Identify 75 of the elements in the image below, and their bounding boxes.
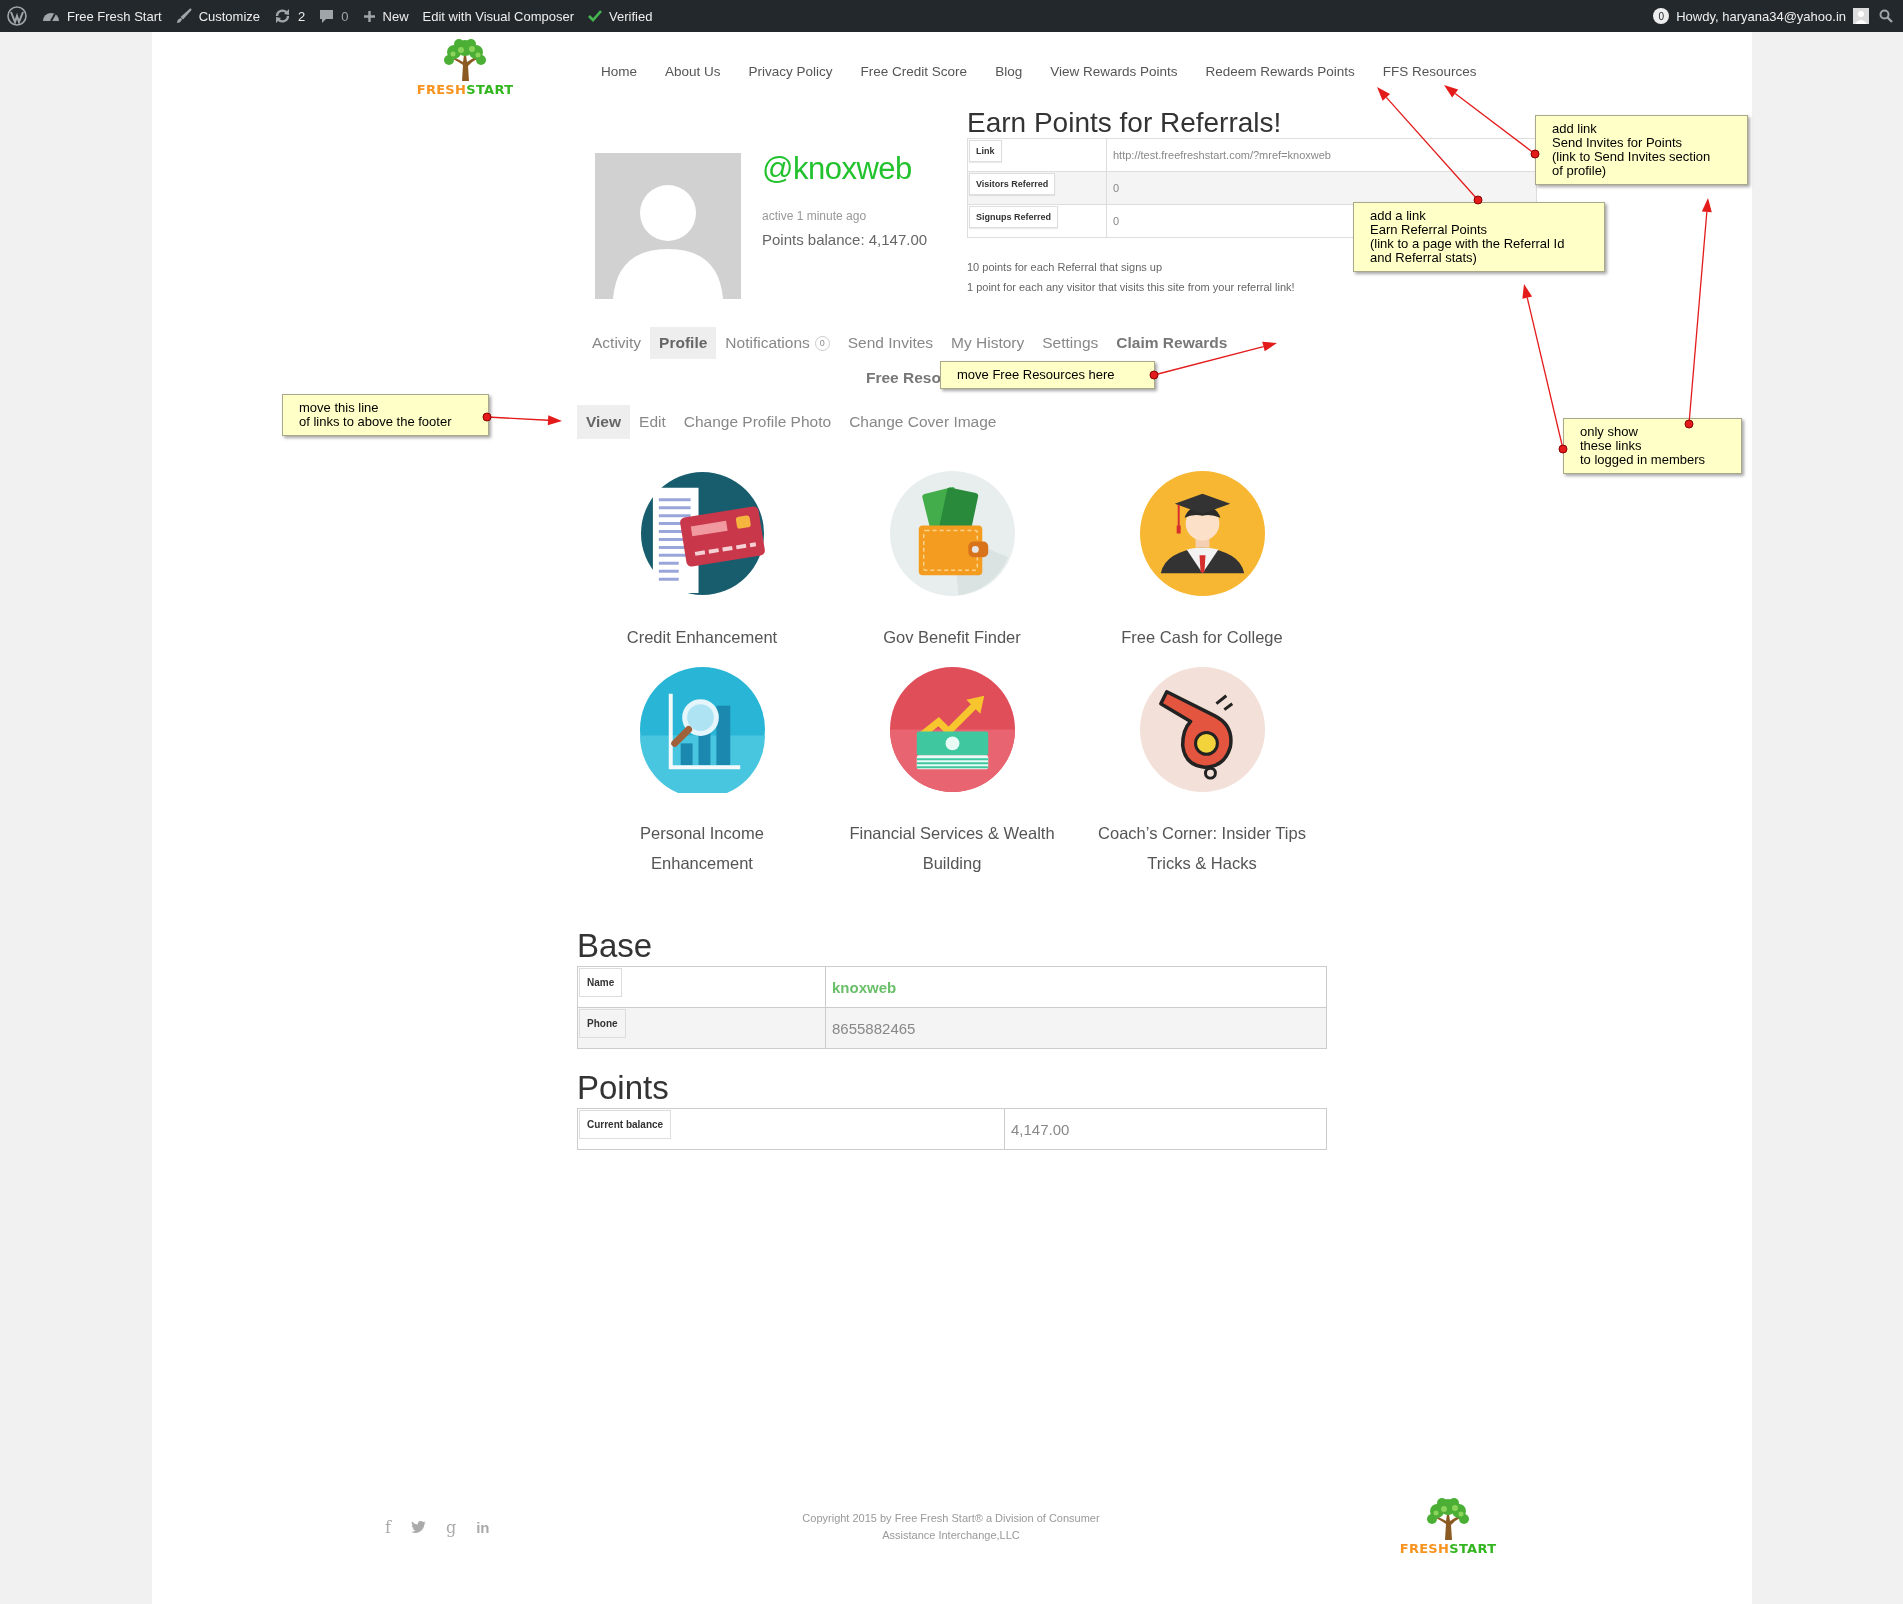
nav-link[interactable]: Redeem Rewards Points: [1205, 64, 1355, 84]
nav-link[interactable]: View Rewards Points: [1050, 64, 1178, 84]
annotation-note: move Free Resources here: [940, 361, 1155, 389]
notification-count[interactable]: 0: [1653, 8, 1670, 24]
refresh-icon: [274, 8, 292, 24]
profile-tab[interactable]: Notifications 0: [716, 327, 839, 359]
field-label: Link: [969, 140, 1002, 162]
account-link[interactable]: Howdy, haryana34@yahoo.in: [1676, 0, 1846, 32]
admin-bar-link[interactable]: 2: [267, 0, 313, 32]
chart-magnifier-icon: [638, 666, 766, 793]
profile-subnav-link[interactable]: Change Cover Image: [840, 405, 1006, 439]
annotation-note: add a link Earn Referral Points (link to a page with the Referral Id and Referral stats): [1353, 202, 1605, 272]
copyright: Copyright 2015 by Free Fresh Start® a Division of Consumer Assistance Interchange,LLC: [801, 1511, 1101, 1543]
whistle-icon: [1138, 666, 1266, 793]
wallet-icon: [888, 470, 1016, 597]
profile-tab[interactable]: Settings: [1033, 327, 1108, 359]
plus-icon: [362, 9, 376, 23]
annotation-note: only show these links to logged in members: [1563, 418, 1742, 474]
credit-card-icon: [638, 470, 766, 597]
admin-bar-link[interactable]: Verified: [581, 0, 660, 32]
field-value: 0: [1113, 215, 1120, 227]
nav-link[interactable]: Home: [601, 64, 637, 84]
tree-icon: [1424, 1498, 1472, 1540]
profile-tab[interactable]: Claim Rewards: [1107, 327, 1237, 359]
service-link[interactable]: Personal Income Enhancement: [592, 818, 812, 878]
annotation-note: move this line of links to above the footer: [282, 394, 489, 436]
nav-link[interactable]: Free Credit Score: [860, 64, 968, 84]
nav-link[interactable]: About Us: [665, 64, 721, 84]
field-value: http://test.freefreshstart.com/?mref=knoxweb: [1113, 149, 1331, 161]
referral-heading: Earn Points for Referrals!: [967, 107, 1283, 138]
field-label: Signups Referred: [969, 206, 1058, 228]
profile-tab[interactable]: Activity: [583, 327, 651, 359]
profile-tab[interactable]: Free Reso: [857, 362, 942, 394]
service-link[interactable]: Credit Enhancement: [592, 622, 812, 652]
profile-subnav-link[interactable]: Edit: [630, 405, 675, 439]
field-value: 0: [1113, 182, 1120, 194]
search-icon[interactable]: [1879, 9, 1893, 23]
admin-bar-link[interactable]: New: [355, 0, 416, 32]
money-stack-icon: [888, 666, 1016, 793]
referral-note: 1 point for each any visitor that visits this site from your referral link!: [967, 280, 1296, 294]
field-label: Name: [579, 968, 623, 997]
field-label: Phone: [579, 1009, 626, 1038]
section-heading: Base: [577, 926, 654, 966]
referral-note: 10 points for each Referral that signs up: [967, 260, 1164, 274]
service-link[interactable]: Free Cash for College: [1092, 622, 1312, 652]
brush-icon: [175, 8, 192, 24]
section-heading: Points: [577, 1068, 670, 1108]
profile-tab[interactable]: My History: [942, 327, 1034, 359]
last-active: active 1 minute ago: [762, 209, 868, 223]
graduate-icon: [1138, 470, 1266, 597]
service-link[interactable]: Coach’s Corner: Insider Tips Tricks & Hacks: [1092, 818, 1312, 878]
tree-icon: [441, 39, 489, 81]
field-label: Current balance: [579, 1110, 672, 1139]
profile-tab[interactable]: Send Invites: [838, 327, 943, 359]
field-value: 4,147.00: [1004, 1108, 1327, 1150]
service-link[interactable]: Gov Benefit Finder: [842, 622, 1062, 652]
admin-bar-link[interactable]: Customize: [168, 0, 268, 32]
field-label: Visitors Referred: [969, 173, 1056, 195]
profile-subnav-link[interactable]: View: [577, 405, 631, 439]
service-link[interactable]: Financial Services & Wealth Building: [842, 818, 1062, 878]
nav-link[interactable]: Blog: [995, 64, 1023, 84]
admin-bar-link[interactable]: Edit with Visual Composer: [415, 0, 582, 32]
wordpress-logo-icon[interactable]: [7, 6, 27, 26]
profile-subnav-link[interactable]: Change Profile Photo: [674, 405, 841, 439]
field-value: 8655882465: [825, 1007, 1327, 1049]
profile-tab[interactable]: Profile: [650, 327, 717, 359]
nav-link[interactable]: FFS Resources: [1382, 64, 1477, 84]
check-icon: [588, 10, 603, 22]
nav-link[interactable]: Privacy Policy: [748, 64, 833, 84]
comment-icon: [319, 8, 335, 24]
username: @knoxweb: [762, 151, 913, 187]
admin-bar-link[interactable]: Free Fresh Start: [35, 0, 169, 32]
admin-bar-link[interactable]: 0: [312, 0, 356, 32]
annotation-note: add link Send Invites for Points (link to Send Invites section of profile): [1535, 115, 1748, 185]
points-balance: Points balance: 4,147.00: [762, 231, 928, 248]
